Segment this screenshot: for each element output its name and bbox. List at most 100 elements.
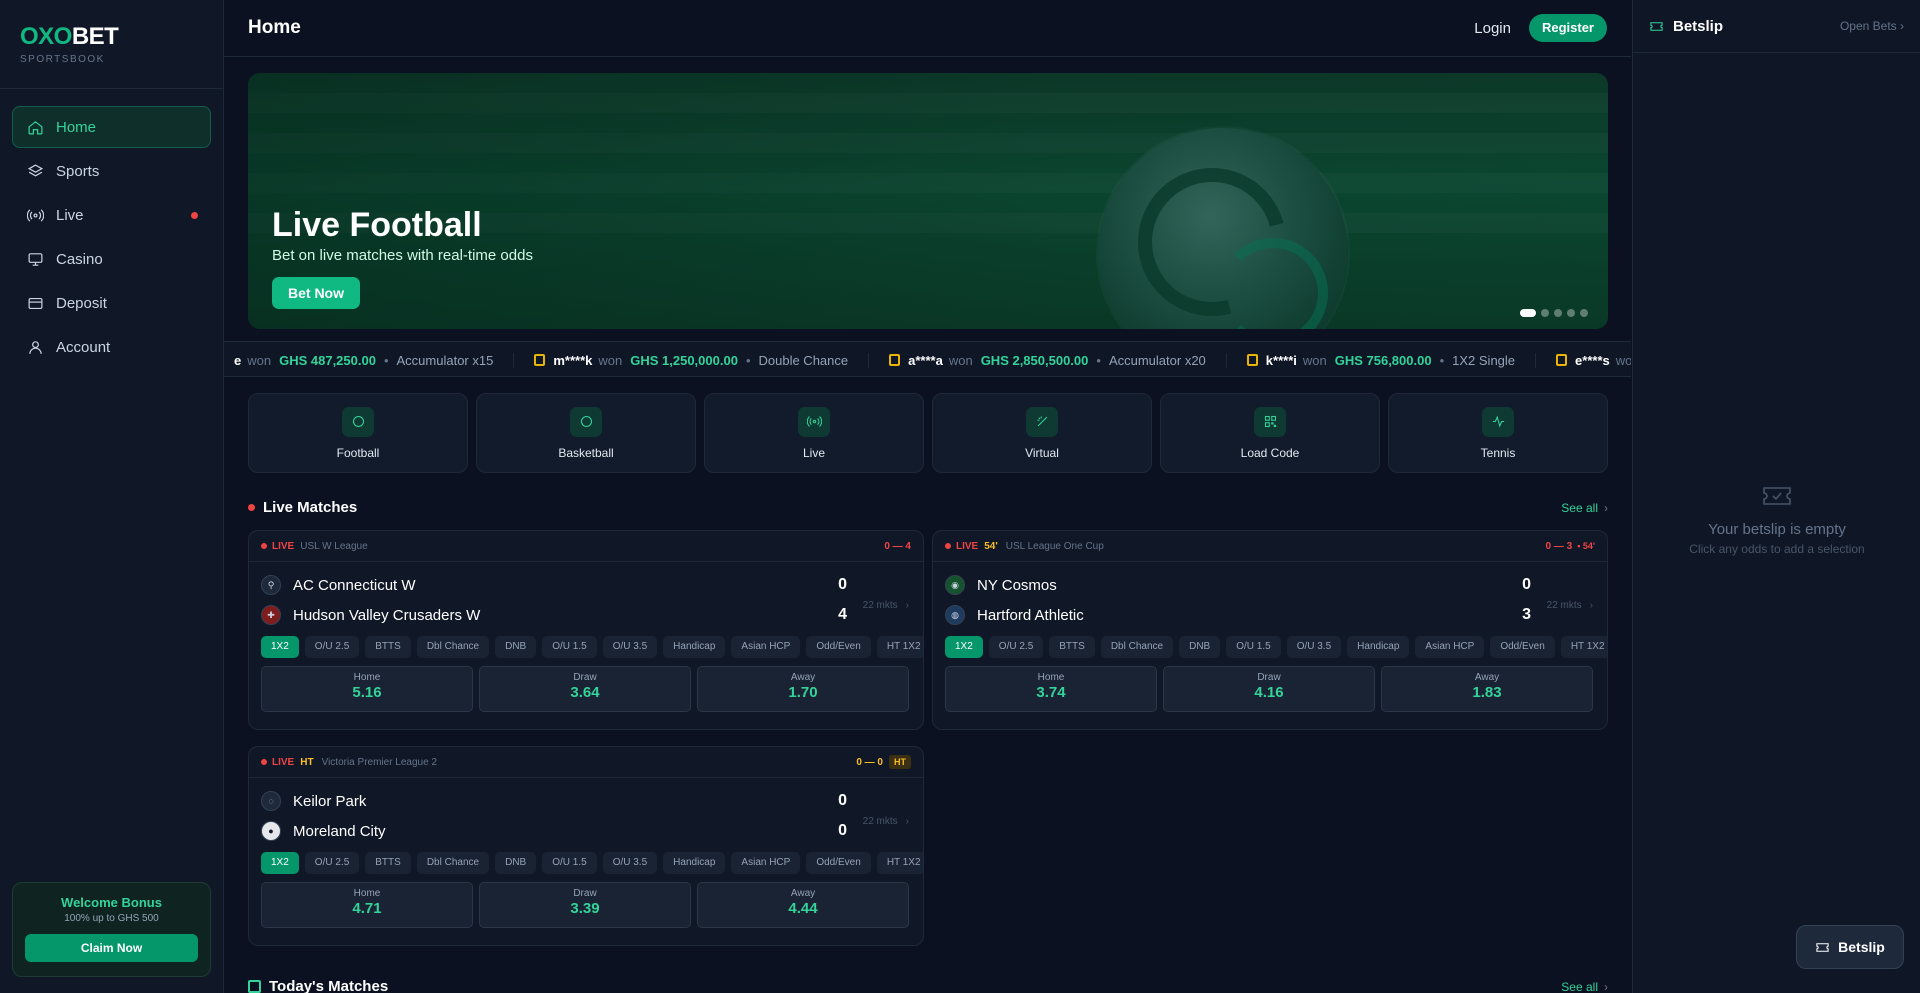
match-teams[interactable]: ◉ NY Cosmos 0 ◍ Hartford Athletic 3 22 m… <box>933 562 1607 636</box>
sidebar-item-home[interactable]: Home <box>12 106 211 148</box>
market-chip[interactable]: Handicap <box>663 852 726 874</box>
register-button[interactable]: Register <box>1528 14 1607 42</box>
market-chip[interactable]: O/U 3.5 <box>1286 636 1342 658</box>
market-chip[interactable]: BTTS <box>1049 636 1095 658</box>
carousel-dot[interactable] <box>1567 309 1575 317</box>
market-chip[interactable]: 1X2 <box>261 852 299 874</box>
odds-button-home[interactable]: Home 5.16 <box>261 666 473 712</box>
quick-icon-bg <box>798 406 830 437</box>
market-chip[interactable]: 1X2 <box>945 636 983 658</box>
sidebar-item-sports[interactable]: Sports <box>12 150 211 192</box>
market-chip[interactable]: O/U 2.5 <box>304 852 360 874</box>
live-label: LIVE <box>956 540 979 552</box>
bet-now-button[interactable]: Bet Now <box>272 277 360 309</box>
market-chip[interactable]: DNB <box>495 636 537 658</box>
trophy-icon <box>889 354 901 366</box>
carousel-dots <box>1520 309 1588 317</box>
market-chip[interactable]: Dbl Chance <box>416 852 490 874</box>
sidebar-item-casino[interactable]: Casino <box>12 238 211 280</box>
markets-count[interactable]: 22 mkts › <box>863 816 909 827</box>
section-title: Today's Matches <box>269 978 389 993</box>
quick-link-tennis[interactable]: Tennis <box>1388 393 1608 473</box>
live-dot <box>248 504 255 511</box>
market-chip[interactable]: DNB <box>495 852 537 874</box>
market-chip[interactable]: HT 1X2 <box>876 852 923 874</box>
open-bets-link[interactable]: Open Bets › <box>1840 19 1904 33</box>
market-chip[interactable]: O/U 1.5 <box>542 636 597 658</box>
market-chip[interactable]: O/U 1.5 <box>542 852 597 874</box>
team-name: Hudson Valley Crusaders W <box>293 606 481 624</box>
market-chip[interactable]: Asian HCP <box>731 852 801 874</box>
quick-link-label: Tennis <box>1480 445 1516 460</box>
logo[interactable]: OXOBET <box>20 24 203 50</box>
market-chip[interactable]: O/U 1.5 <box>1226 636 1281 658</box>
odds-label: Home <box>353 672 381 683</box>
market-chip[interactable]: Asian HCP <box>731 636 801 658</box>
claim-now-button[interactable]: Claim Now <box>25 934 198 962</box>
odds-button-away[interactable]: Away 1.70 <box>697 666 909 712</box>
match-header: LIVE 54' USL League One Cup 0 — 3 • 54' <box>933 531 1607 562</box>
market-chip[interactable]: HT 1X2 <box>876 636 923 658</box>
market-chip[interactable]: DNB <box>1179 636 1221 658</box>
quick-link-virtual[interactable]: Virtual <box>932 393 1152 473</box>
markets-count[interactable]: 22 mkts › <box>1547 600 1593 611</box>
odds-button-away[interactable]: Away 4.44 <box>697 882 909 928</box>
odds-button-home[interactable]: Home 4.71 <box>261 882 473 928</box>
carousel-dot[interactable] <box>1554 309 1562 317</box>
market-chip[interactable]: 1X2 <box>261 636 299 658</box>
floating-betslip-button[interactable]: Betslip <box>1796 925 1904 969</box>
carousel-dot[interactable] <box>1541 309 1549 317</box>
market-chip[interactable]: Handicap <box>1347 636 1410 658</box>
quick-link-load-code[interactable]: Load Code <box>1160 393 1380 473</box>
market-chips: 1X2 O/U 2.5 BTTS Dbl Chance DNB O/U 1.5 … <box>933 636 1607 658</box>
calendar-icon <box>248 980 261 993</box>
team-name: AC Connecticut W <box>293 576 416 594</box>
sidebar-item-live[interactable]: Live <box>12 194 211 236</box>
see-all-live-link[interactable]: See all › <box>1561 501 1608 515</box>
markets-count[interactable]: 22 mkts › <box>863 600 909 611</box>
odds-button-draw[interactable]: Draw 4.16 <box>1163 666 1375 712</box>
see-all-label: See all <box>1561 979 1598 993</box>
market-chip[interactable]: Dbl Chance <box>1100 636 1174 658</box>
match-card: LIVE USL W League 0 — 4 ⚲ AC Connecticut… <box>248 530 924 730</box>
carousel-dot[interactable] <box>1520 309 1536 317</box>
match-header: LIVE HT Victoria Premier League 2 0 — 0 … <box>249 747 923 778</box>
odds-button-away[interactable]: Away 1.83 <box>1381 666 1593 712</box>
quick-link-football[interactable]: Football <box>248 393 468 473</box>
odds-button-home[interactable]: Home 3.74 <box>945 666 1157 712</box>
market-chip[interactable]: BTTS <box>365 636 411 658</box>
layers-icon <box>27 163 44 176</box>
team-logo: ● <box>261 821 281 841</box>
market-chip[interactable]: Dbl Chance <box>416 636 490 658</box>
market-chip[interactable]: Handicap <box>663 636 726 658</box>
market-chip[interactable]: O/U 2.5 <box>304 636 360 658</box>
market-chip[interactable]: Asian HCP <box>1415 636 1485 658</box>
quick-link-live[interactable]: Live <box>704 393 924 473</box>
market-chip[interactable]: O/U 2.5 <box>988 636 1044 658</box>
sidebar-item-deposit[interactable]: Deposit <box>12 282 211 324</box>
see-all-today-link[interactable]: See all › <box>1561 980 1608 993</box>
odds-button-draw[interactable]: Draw 3.64 <box>479 666 691 712</box>
market-chip[interactable]: BTTS <box>365 852 411 874</box>
market-chip[interactable]: O/U 3.5 <box>602 636 658 658</box>
match-teams[interactable]: ⚲ AC Connecticut W 0 ✚ Hudson Valley Cru… <box>249 562 923 636</box>
match-teams[interactable]: ◌ Keilor Park 0 ● Moreland City 0 22 mkt… <box>249 778 923 852</box>
carousel-dot[interactable] <box>1580 309 1588 317</box>
quick-link-label: Football <box>336 445 380 460</box>
monitor-icon <box>28 252 43 266</box>
market-chip[interactable]: Odd/Even <box>1490 636 1555 658</box>
sidebar-item-account[interactable]: Account <box>12 326 211 368</box>
match-card: LIVE 54' USL League One Cup 0 — 3 • 54' … <box>932 530 1608 730</box>
market-chip[interactable]: Odd/Even <box>806 636 871 658</box>
odds-value: 1.83 <box>1472 684 1502 701</box>
market-chip[interactable]: O/U 3.5 <box>602 852 658 874</box>
odds-label: Home <box>1037 672 1065 683</box>
login-link[interactable]: Login <box>1474 20 1511 37</box>
market-chip[interactable]: HT 1X2 <box>1560 636 1607 658</box>
hero-banner[interactable]: Live Football Bet on live matches with r… <box>248 73 1608 329</box>
quick-link-basketball[interactable]: Basketball <box>476 393 696 473</box>
markets-label: 22 mkts <box>862 600 898 611</box>
odds-value: 4.16 <box>1254 684 1284 701</box>
market-chip[interactable]: Odd/Even <box>806 852 871 874</box>
odds-button-draw[interactable]: Draw 3.39 <box>479 882 691 928</box>
